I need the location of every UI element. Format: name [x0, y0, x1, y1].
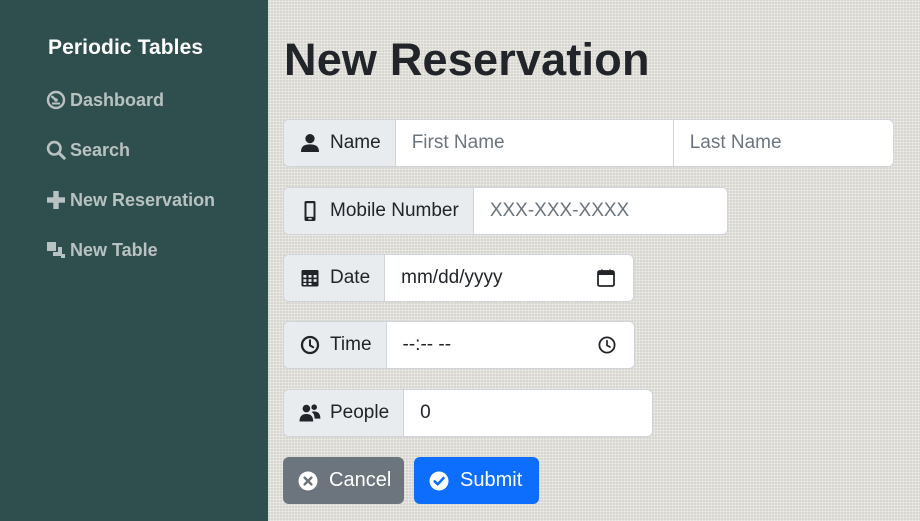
time-input[interactable]: --:-- --	[386, 322, 634, 368]
mobile-label: Mobile Number	[330, 200, 459, 221]
people-field-group: People 0	[283, 389, 653, 437]
last-name-input[interactable]	[672, 120, 893, 166]
layers-icon	[46, 240, 66, 260]
time-label: Time	[330, 334, 372, 355]
date-addon: Date	[284, 255, 386, 301]
people-label: People	[330, 402, 390, 423]
nav-label-new-table: New Table	[70, 239, 158, 260]
first-name-input[interactable]	[395, 120, 673, 166]
sidebar: Periodic Tables Dashboard Search New Res…	[0, 0, 268, 521]
person-icon	[299, 132, 321, 154]
time-value: --:-- --	[402, 334, 452, 355]
mobile-field-group: Mobile Number	[283, 187, 728, 235]
cancel-label: Cancel	[329, 469, 392, 491]
date-value: mm/dd/yyyy	[401, 267, 503, 288]
mobile-addon: Mobile Number	[284, 188, 474, 234]
calendar-icon	[299, 267, 321, 289]
people-input[interactable]: 0	[404, 390, 652, 436]
name-label: Name	[330, 132, 381, 153]
search-icon	[46, 140, 66, 160]
brand-title[interactable]: Periodic Tables	[48, 36, 203, 60]
x-circle-icon	[298, 471, 318, 491]
page-title: New Reservation	[284, 34, 650, 85]
people-value: 0	[420, 402, 431, 423]
nav-label-dashboard: Dashboard	[70, 89, 165, 110]
nav-item-new-table[interactable]: New Table	[46, 237, 158, 263]
submit-label: Submit	[460, 469, 523, 491]
nav-item-new-reservation[interactable]: New Reservation	[46, 187, 215, 213]
check-circle-icon	[429, 471, 449, 491]
dashboard-icon	[46, 90, 66, 110]
date-input[interactable]: mm/dd/yyyy	[385, 255, 633, 301]
submit-button[interactable]: Submit	[414, 457, 539, 504]
nav-label-new-reservation: New Reservation	[70, 189, 216, 210]
name-field-group: Name	[283, 119, 894, 167]
people-addon: People	[284, 390, 405, 436]
time-addon: Time	[284, 322, 387, 368]
people-icon	[299, 402, 321, 424]
phone-icon	[299, 200, 321, 222]
date-label: Date	[330, 267, 371, 288]
date-field-group: Date mm/dd/yyyy	[283, 254, 634, 302]
plus-icon	[46, 190, 66, 210]
calendar-picker-icon[interactable]	[595, 267, 617, 289]
time-field-group: Time --:-- --	[283, 321, 635, 369]
cancel-button[interactable]: Cancel	[283, 457, 404, 504]
name-addon: Name	[284, 120, 396, 166]
mobile-number-input[interactable]	[473, 188, 727, 234]
nav-label-search: Search	[70, 139, 131, 160]
nav-item-search[interactable]: Search	[46, 137, 130, 163]
clock-icon	[299, 334, 321, 356]
clock-picker-icon[interactable]	[596, 334, 618, 356]
nav-item-dashboard[interactable]: Dashboard	[46, 87, 164, 113]
